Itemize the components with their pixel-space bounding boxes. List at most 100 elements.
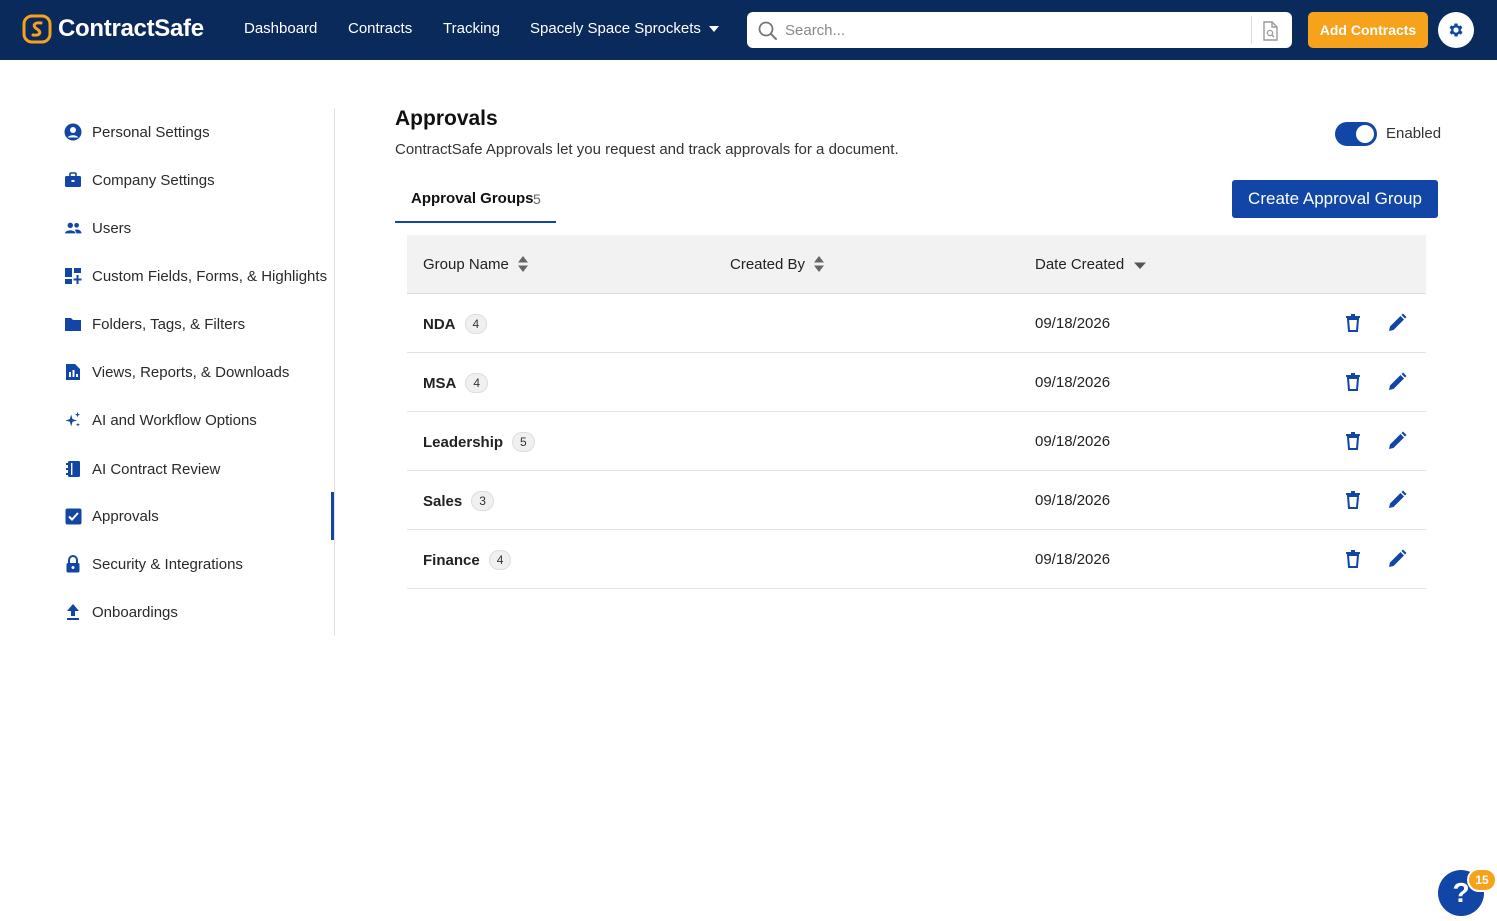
sidebar-item-views-reports[interactable]: Views, Reports, & Downloads bbox=[64, 360, 289, 384]
group-name-cell: NDA 4 bbox=[423, 314, 488, 334]
sidebar-item-label: Views, Reports, & Downloads bbox=[92, 363, 290, 381]
sidebar-active-indicator bbox=[331, 492, 334, 540]
user-circle-icon bbox=[64, 123, 82, 141]
table-row[interactable]: NDA 4 09/18/2026 bbox=[407, 294, 1426, 353]
trash-icon[interactable] bbox=[1343, 431, 1363, 451]
pencil-icon[interactable] bbox=[1387, 372, 1407, 392]
company-name: Spacely Space Sprockets bbox=[530, 20, 701, 37]
member-count-badge: 5 bbox=[512, 432, 535, 452]
sidebar-item-label: Personal Settings bbox=[92, 123, 210, 141]
group-name-cell: Sales 3 bbox=[423, 491, 494, 511]
lock-icon bbox=[64, 555, 82, 573]
report-icon bbox=[64, 363, 82, 381]
sidebar-item-personal-settings[interactable]: Personal Settings bbox=[64, 120, 210, 144]
sidebar-item-label: Custom Fields, Forms, & Highlights bbox=[92, 267, 328, 285]
sidebar-item-label: Company Settings bbox=[92, 171, 215, 189]
create-approval-group-button[interactable]: Create Approval Group bbox=[1232, 180, 1438, 218]
pencil-icon[interactable] bbox=[1387, 490, 1407, 510]
sidebar-item-security[interactable]: Security & Integrations bbox=[64, 552, 243, 576]
column-header-date-created[interactable]: Date Created bbox=[1035, 255, 1147, 273]
users-icon bbox=[64, 219, 82, 237]
date-created-cell: 09/18/2026 bbox=[1035, 433, 1111, 450]
nav-dashboard[interactable]: Dashboard bbox=[244, 20, 317, 37]
sidebar-item-approvals[interactable]: Approvals bbox=[64, 504, 159, 528]
toggle-knob bbox=[1356, 125, 1374, 143]
pencil-icon[interactable] bbox=[1387, 313, 1407, 333]
table-row[interactable]: Finance 4 09/18/2026 bbox=[407, 530, 1426, 589]
dashboard-add-icon bbox=[64, 267, 82, 285]
date-created-cell: 09/18/2026 bbox=[1035, 374, 1111, 391]
sidebar-item-label: Security & Integrations bbox=[92, 555, 243, 573]
page-title: Approvals bbox=[395, 107, 498, 130]
nav-contracts[interactable]: Contracts bbox=[348, 20, 412, 37]
sidebar-item-custom-fields[interactable]: Custom Fields, Forms, & Highlights bbox=[64, 264, 327, 288]
app-name: ContractSafe bbox=[58, 15, 204, 42]
sidebar-item-label: Approvals bbox=[92, 507, 159, 525]
table-row[interactable]: MSA 4 09/18/2026 bbox=[407, 353, 1426, 412]
date-created-cell: 09/18/2026 bbox=[1035, 551, 1111, 568]
member-count-badge: 4 bbox=[488, 550, 512, 570]
settings-button[interactable] bbox=[1438, 12, 1474, 48]
checkbox-icon bbox=[64, 507, 82, 525]
tab-label: Approval Groups bbox=[411, 190, 534, 207]
settings-sidebar: Personal Settings Company Settings Users… bbox=[0, 108, 335, 636]
upload-icon bbox=[64, 603, 82, 621]
trash-icon[interactable] bbox=[1343, 313, 1363, 333]
member-count-badge: 3 bbox=[471, 491, 494, 511]
chevron-down-icon bbox=[708, 26, 719, 33]
tab-count: 5 bbox=[533, 191, 541, 207]
search-bar bbox=[747, 12, 1292, 48]
sidebar-item-label: Onboardings bbox=[92, 603, 178, 621]
member-count-badge: 4 bbox=[464, 314, 488, 334]
approvals-enabled-toggle[interactable] bbox=[1335, 122, 1377, 146]
column-header-label: Created By bbox=[730, 255, 806, 273]
pencil-icon[interactable] bbox=[1387, 549, 1407, 569]
group-name-cell: MSA 4 bbox=[423, 373, 489, 393]
sidebar-item-ai-workflow[interactable]: AI and Workflow Options bbox=[64, 408, 257, 432]
toggle-label: Enabled bbox=[1386, 125, 1442, 142]
group-name-cell: Leadership 5 bbox=[423, 432, 535, 452]
group-name: Leadership bbox=[423, 433, 504, 451]
table-row[interactable]: Sales 3 09/18/2026 bbox=[407, 471, 1426, 530]
group-name: MSA bbox=[423, 374, 457, 392]
trash-icon[interactable] bbox=[1343, 549, 1363, 569]
sidebar-item-folders-tags[interactable]: Folders, Tags, & Filters bbox=[64, 312, 245, 336]
column-header-label: Date Created bbox=[1035, 255, 1125, 273]
document-search-icon[interactable] bbox=[1261, 21, 1279, 41]
table-header: Group Name Created By Date Created bbox=[407, 235, 1426, 294]
group-name-cell: Finance 4 bbox=[423, 550, 512, 570]
column-header-label: Group Name bbox=[423, 255, 509, 273]
logo-icon bbox=[22, 14, 52, 44]
sidebar-item-label: AI and Workflow Options bbox=[92, 411, 257, 429]
sidebar-item-label: Folders, Tags, & Filters bbox=[92, 315, 246, 333]
nav-tracking[interactable]: Tracking bbox=[443, 20, 500, 37]
trash-icon[interactable] bbox=[1343, 490, 1363, 510]
date-created-cell: 09/18/2026 bbox=[1035, 315, 1111, 332]
app-logo[interactable]: ContractSafe bbox=[22, 14, 204, 44]
sidebar-item-company-settings[interactable]: Company Settings bbox=[64, 168, 215, 192]
sparkles-icon bbox=[64, 411, 82, 429]
sidebar-item-label: AI Contract Review bbox=[92, 460, 221, 478]
search-icon bbox=[758, 21, 777, 40]
column-header-group-name[interactable]: Group Name bbox=[423, 255, 529, 273]
pencil-icon[interactable] bbox=[1387, 431, 1407, 451]
help-notification-badge: 15 bbox=[1467, 868, 1497, 892]
trash-icon[interactable] bbox=[1343, 372, 1363, 392]
search-input[interactable] bbox=[785, 18, 1235, 42]
gear-icon bbox=[1449, 23, 1463, 37]
add-contracts-button[interactable]: Add Contracts bbox=[1308, 12, 1428, 48]
date-created-cell: 09/18/2026 bbox=[1035, 492, 1111, 509]
tab-approval-groups[interactable]: Approval Groups 5 bbox=[395, 180, 556, 223]
sort-icon bbox=[517, 256, 528, 272]
group-name: NDA bbox=[423, 315, 456, 333]
table-row[interactable]: Leadership 5 09/18/2026 bbox=[407, 412, 1426, 471]
sidebar-item-onboardings[interactable]: Onboardings bbox=[64, 600, 178, 624]
group-name: Sales bbox=[423, 492, 463, 510]
sidebar-item-ai-contract-review[interactable]: AI Contract Review bbox=[64, 457, 220, 481]
column-header-created-by[interactable]: Created By bbox=[730, 255, 825, 273]
sidebar-item-users[interactable]: Users bbox=[64, 216, 131, 240]
group-name: Finance bbox=[423, 551, 480, 569]
company-switcher[interactable]: Spacely Space Sprockets bbox=[530, 20, 719, 37]
book-icon bbox=[64, 460, 82, 478]
member-count-badge: 4 bbox=[465, 373, 489, 393]
